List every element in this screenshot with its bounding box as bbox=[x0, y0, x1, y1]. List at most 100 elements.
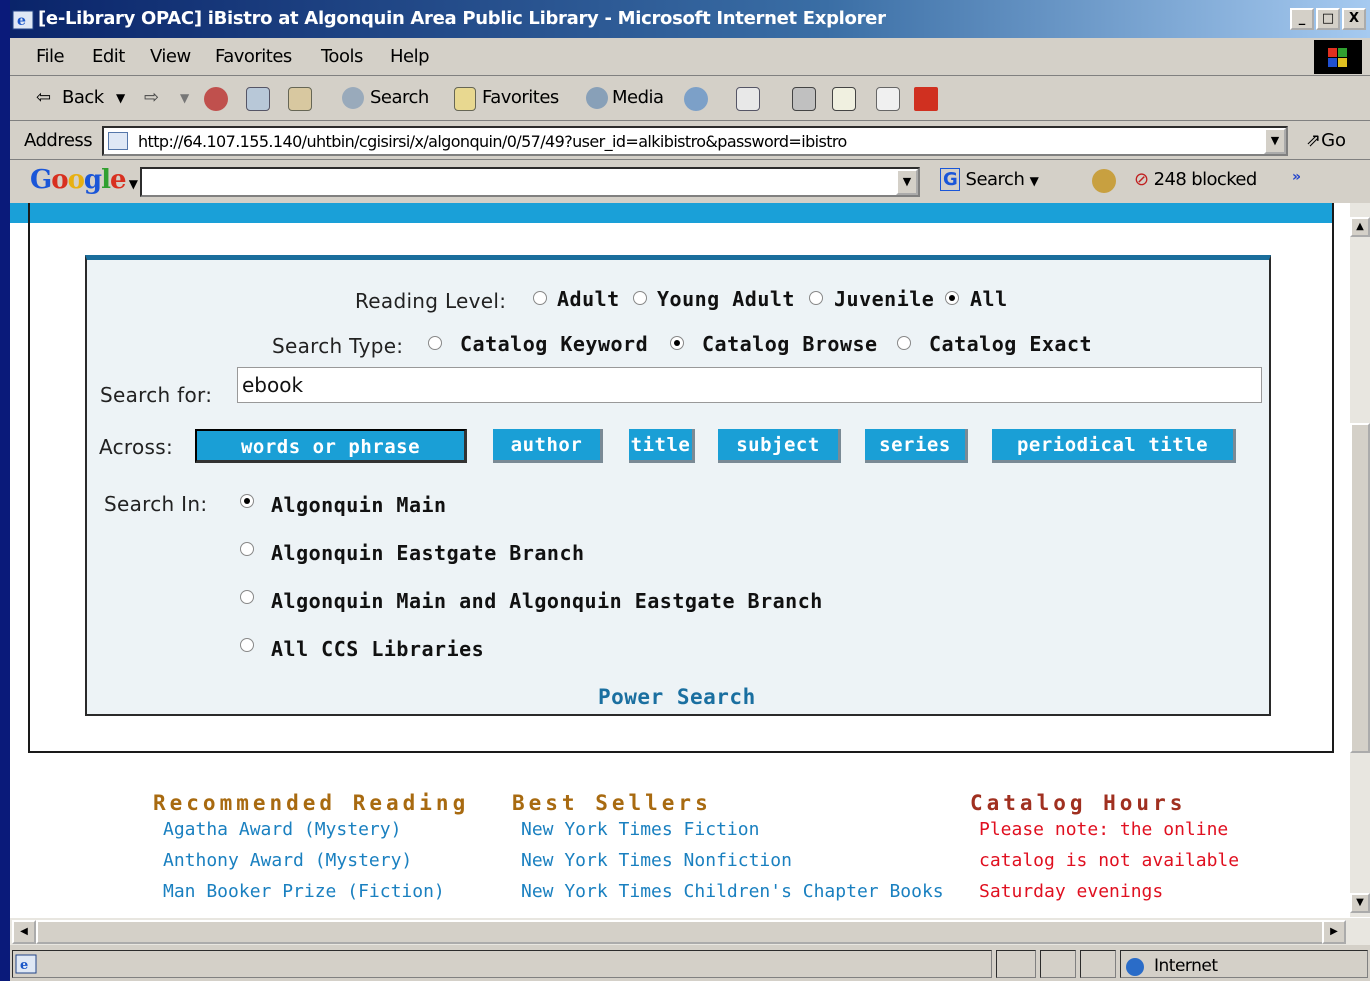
refresh-icon[interactable] bbox=[246, 87, 270, 111]
vertical-scrollbar[interactable]: ▲ ▼ bbox=[1350, 203, 1370, 917]
power-search-link[interactable]: Power Search bbox=[598, 685, 756, 709]
scroll-left-arrow-icon[interactable]: ◀ bbox=[12, 920, 36, 944]
pagerank-icon[interactable] bbox=[1092, 169, 1116, 193]
popup-blocker[interactable]: ⊘ 248 blocked bbox=[1134, 169, 1257, 190]
maximize-button[interactable]: □ bbox=[1316, 8, 1340, 30]
reading-level-young-adult-label[interactable]: Young Adult bbox=[657, 287, 795, 311]
bestseller-link[interactable]: New York Times Children's Chapter Books bbox=[521, 881, 944, 902]
stop-icon[interactable] bbox=[204, 87, 228, 111]
back-dropdown-icon[interactable]: ▼ bbox=[116, 91, 125, 105]
google-logo[interactable]: Google ▼ bbox=[30, 165, 138, 195]
more-chevron-icon[interactable]: » bbox=[1292, 169, 1301, 185]
library-algonquin-main-label[interactable]: Algonquin Main bbox=[271, 493, 447, 517]
recommended-link[interactable]: Agatha Award (Mystery) bbox=[163, 819, 401, 840]
forward-dropdown-icon[interactable]: ▼ bbox=[180, 91, 189, 105]
title-bar: e [e-Library OPAC] iBistro at Algonquin … bbox=[10, 0, 1370, 38]
google-search-input[interactable]: ▼ bbox=[140, 167, 920, 197]
discuss-icon[interactable] bbox=[876, 87, 900, 111]
reading-level-juvenile-radio[interactable] bbox=[809, 291, 823, 305]
library-all-ccs-radio[interactable] bbox=[240, 638, 254, 652]
search-for-input[interactable] bbox=[237, 367, 1262, 403]
reading-level-all-label[interactable]: All bbox=[970, 287, 1008, 311]
library-algonquin-main-radio[interactable] bbox=[240, 494, 254, 508]
status-section bbox=[1080, 950, 1116, 978]
minimize-button[interactable]: _ bbox=[1290, 8, 1314, 30]
page-content: Reading Level: Adult Young Adult Juvenil… bbox=[10, 203, 1350, 917]
library-main-and-eastgate-label[interactable]: Algonquin Main and Algonquin Eastgate Br… bbox=[271, 589, 823, 613]
search-type-browse-radio[interactable] bbox=[670, 336, 684, 350]
browser-window: e [e-Library OPAC] iBistro at Algonquin … bbox=[10, 0, 1370, 981]
catalog-hours-heading: Catalog Hours bbox=[970, 791, 1187, 815]
favorites-button[interactable]: Favorites bbox=[482, 87, 559, 108]
catalog-hours-note: Please note: the online bbox=[979, 819, 1229, 840]
menu-tools[interactable]: Tools bbox=[321, 46, 363, 67]
across-subject-button[interactable]: subject bbox=[718, 429, 841, 463]
scroll-down-arrow-icon[interactable]: ▼ bbox=[1350, 893, 1370, 913]
menu-file[interactable]: File bbox=[36, 46, 65, 67]
messenger-icon[interactable] bbox=[914, 87, 938, 111]
reading-level-all-radio[interactable] bbox=[945, 291, 959, 305]
address-url[interactable]: http://64.107.155.140/uhtbin/cgisirsi/x/… bbox=[138, 132, 847, 151]
library-all-ccs-label[interactable]: All CCS Libraries bbox=[271, 637, 484, 661]
library-eastgate-label[interactable]: Algonquin Eastgate Branch bbox=[271, 541, 585, 565]
reading-level-young-adult-radio[interactable] bbox=[633, 291, 647, 305]
recommended-link[interactable]: Anthony Award (Mystery) bbox=[163, 850, 412, 871]
favorites-icon[interactable] bbox=[454, 87, 476, 111]
back-button[interactable]: Back bbox=[62, 87, 104, 108]
print-icon[interactable] bbox=[792, 87, 816, 111]
address-dropdown-icon[interactable]: ▼ bbox=[1264, 128, 1286, 154]
reading-level-adult-label[interactable]: Adult bbox=[557, 287, 620, 311]
history-icon[interactable] bbox=[684, 87, 708, 111]
popup-blocked-icon: ⊘ bbox=[1134, 169, 1149, 190]
search-type-exact-label[interactable]: Catalog Exact bbox=[929, 332, 1092, 356]
across-series-button[interactable]: series bbox=[865, 429, 968, 463]
page-icon bbox=[108, 132, 128, 150]
google-search-button[interactable]: G Search ▼ bbox=[940, 168, 1039, 191]
edit-icon[interactable] bbox=[832, 87, 856, 111]
menu-edit[interactable]: Edit bbox=[92, 46, 125, 67]
close-button[interactable]: X bbox=[1342, 8, 1366, 30]
go-button[interactable]: ⇗Go bbox=[1306, 130, 1346, 151]
media-button[interactable]: Media bbox=[612, 87, 664, 108]
recommended-reading-heading: Recommended Reading bbox=[153, 791, 470, 815]
horizontal-scroll-thumb[interactable] bbox=[36, 920, 1326, 944]
menu-bar: File Edit View Favorites Tools Help bbox=[10, 38, 1370, 76]
bestseller-link[interactable]: New York Times Nonfiction bbox=[521, 850, 792, 871]
address-bar: Address http://64.107.155.140/uhtbin/cgi… bbox=[10, 122, 1370, 160]
google-search-label: Search bbox=[965, 169, 1025, 190]
search-type-label: Search Type: bbox=[272, 334, 404, 358]
google-dropdown-icon[interactable]: ▼ bbox=[896, 169, 918, 195]
menu-help[interactable]: Help bbox=[390, 46, 430, 67]
horizontal-scrollbar[interactable]: ◀ ▶ bbox=[10, 917, 1370, 945]
media-icon[interactable] bbox=[586, 87, 608, 109]
menu-favorites[interactable]: Favorites bbox=[215, 46, 292, 67]
library-main-and-eastgate-radio[interactable] bbox=[240, 590, 254, 604]
across-title-button[interactable]: title bbox=[629, 429, 695, 463]
across-periodical-title-button[interactable]: periodical title bbox=[992, 429, 1236, 463]
search-type-keyword-label[interactable]: Catalog Keyword bbox=[460, 332, 648, 356]
across-words-or-phrase-button[interactable]: words or phrase bbox=[195, 429, 467, 463]
reading-level-juvenile-label[interactable]: Juvenile bbox=[834, 287, 934, 311]
recommended-link[interactable]: Man Booker Prize (Fiction) bbox=[163, 881, 445, 902]
status-bar: e Internet bbox=[10, 946, 1370, 981]
search-type-keyword-radio[interactable] bbox=[428, 336, 442, 350]
search-type-exact-radio[interactable] bbox=[897, 336, 911, 350]
across-author-button[interactable]: author bbox=[493, 429, 603, 463]
reading-level-adult-radio[interactable] bbox=[533, 291, 547, 305]
back-arrow-icon[interactable]: ⇦ bbox=[36, 87, 51, 108]
across-label: Across: bbox=[99, 435, 174, 459]
scroll-up-arrow-icon[interactable]: ▲ bbox=[1350, 217, 1370, 237]
scroll-right-arrow-icon[interactable]: ▶ bbox=[1322, 920, 1346, 944]
search-button[interactable]: Search bbox=[370, 87, 429, 108]
mail-icon[interactable] bbox=[736, 87, 760, 111]
vertical-scroll-thumb[interactable] bbox=[1350, 423, 1370, 753]
bestseller-link[interactable]: New York Times Fiction bbox=[521, 819, 759, 840]
forward-arrow-icon[interactable]: ⇨ bbox=[144, 87, 159, 108]
search-icon[interactable] bbox=[342, 87, 364, 109]
menu-view[interactable]: View bbox=[150, 46, 191, 67]
library-eastgate-radio[interactable] bbox=[240, 542, 254, 556]
status-section bbox=[1040, 950, 1076, 978]
search-type-browse-label[interactable]: Catalog Browse bbox=[702, 332, 878, 356]
home-icon[interactable] bbox=[288, 87, 312, 111]
address-field[interactable]: http://64.107.155.140/uhtbin/cgisirsi/x/… bbox=[102, 126, 1288, 156]
